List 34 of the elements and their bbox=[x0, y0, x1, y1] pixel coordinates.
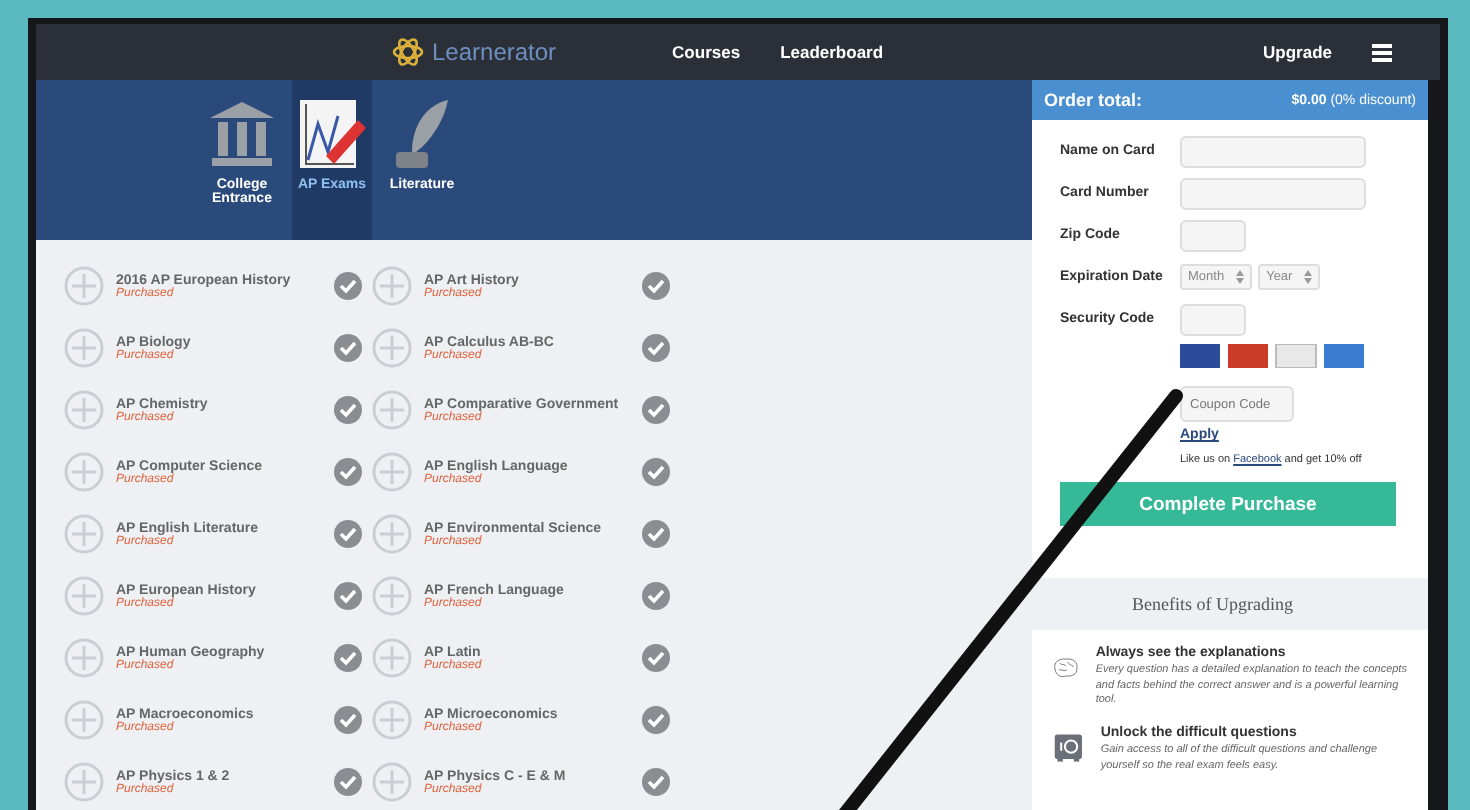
course-icon bbox=[370, 388, 414, 432]
course-icon bbox=[62, 388, 106, 432]
course-icon bbox=[370, 574, 414, 618]
course-icon bbox=[370, 326, 414, 370]
course-icon bbox=[62, 512, 106, 556]
nav-link[interactable]: Leaderboard bbox=[780, 42, 884, 62]
course-icon bbox=[62, 326, 106, 370]
course-icon bbox=[62, 450, 106, 494]
updown-arrows-icon bbox=[1236, 270, 1245, 284]
card-logos-icon bbox=[1180, 344, 1368, 368]
course-icon bbox=[370, 264, 414, 308]
menu-icon[interactable] bbox=[1372, 43, 1392, 61]
logo-text[interactable]: Learnerator bbox=[432, 38, 557, 66]
graph-pencil-icon bbox=[294, 96, 370, 172]
course-icon bbox=[62, 636, 106, 680]
course-icon bbox=[370, 698, 414, 742]
benefits-header: Benefits of Upgrading bbox=[1032, 578, 1428, 630]
updown-arrows-icon bbox=[1304, 270, 1313, 284]
input-field[interactable] bbox=[1180, 177, 1366, 209]
course-icon bbox=[62, 574, 106, 618]
input-field[interactable] bbox=[1180, 303, 1246, 335]
course-icon bbox=[370, 636, 414, 680]
course-icon bbox=[62, 760, 106, 804]
course-icon bbox=[62, 698, 106, 742]
course-icon bbox=[370, 450, 414, 494]
input-field[interactable] bbox=[1180, 135, 1366, 167]
course-icon bbox=[370, 512, 414, 556]
course-icon bbox=[370, 760, 414, 804]
atom-icon bbox=[392, 36, 424, 68]
nav-link[interactable]: Courses bbox=[672, 42, 741, 62]
course-icon bbox=[62, 264, 106, 308]
order-total-label: Order total: bbox=[1044, 90, 1143, 110]
input-field[interactable] bbox=[1180, 219, 1246, 251]
upgrade-link[interactable]: Upgrade bbox=[1263, 42, 1332, 62]
